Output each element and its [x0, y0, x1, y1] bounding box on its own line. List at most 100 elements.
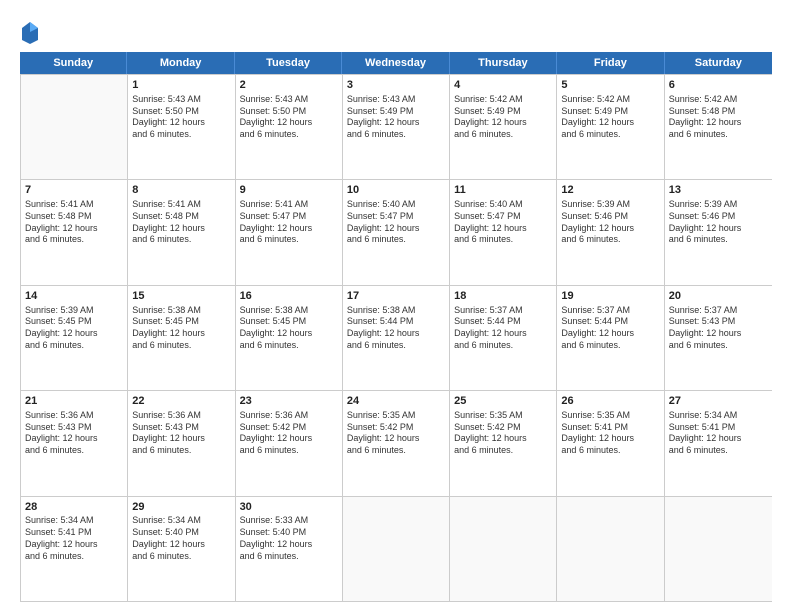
header-day-saturday: Saturday — [665, 52, 772, 74]
cell-text: Sunset: 5:50 PM — [240, 106, 338, 118]
day-number: 1 — [132, 78, 230, 93]
calendar-week-3: 14Sunrise: 5:39 AMSunset: 5:45 PMDayligh… — [21, 285, 772, 390]
cell-text: and 6 minutes. — [347, 445, 445, 457]
cell-text: Sunrise: 5:40 AM — [454, 199, 552, 211]
cell-text: and 6 minutes. — [25, 234, 123, 246]
cell-text: and 6 minutes. — [454, 340, 552, 352]
cell-text: Daylight: 12 hours — [132, 117, 230, 129]
cell-text: and 6 minutes. — [132, 234, 230, 246]
cell-text: Sunset: 5:43 PM — [25, 422, 123, 434]
header — [20, 16, 772, 44]
cell-text: Sunrise: 5:38 AM — [347, 305, 445, 317]
cell-text: Sunrise: 5:35 AM — [561, 410, 659, 422]
day-number: 12 — [561, 183, 659, 198]
cell-text: Sunset: 5:48 PM — [669, 106, 768, 118]
cell-text: Sunset: 5:41 PM — [669, 422, 768, 434]
logo-icon — [20, 20, 40, 44]
cell-text: and 6 minutes. — [454, 234, 552, 246]
cell-text: and 6 minutes. — [669, 129, 768, 141]
cell-text: Daylight: 12 hours — [669, 223, 768, 235]
cell-text: Sunrise: 5:43 AM — [347, 94, 445, 106]
cell-text: Sunset: 5:44 PM — [561, 316, 659, 328]
cell-text: Daylight: 12 hours — [561, 117, 659, 129]
calendar-week-5: 28Sunrise: 5:34 AMSunset: 5:41 PMDayligh… — [21, 496, 772, 601]
cell-text: Daylight: 12 hours — [25, 433, 123, 445]
cell-text: Sunset: 5:43 PM — [669, 316, 768, 328]
calendar-cell: 30Sunrise: 5:33 AMSunset: 5:40 PMDayligh… — [236, 497, 343, 601]
cell-text: Daylight: 12 hours — [132, 328, 230, 340]
calendar-cell: 17Sunrise: 5:38 AMSunset: 5:44 PMDayligh… — [343, 286, 450, 390]
cell-text: Daylight: 12 hours — [669, 433, 768, 445]
day-number: 2 — [240, 78, 338, 93]
cell-text: Sunrise: 5:39 AM — [561, 199, 659, 211]
cell-text: Sunrise: 5:38 AM — [240, 305, 338, 317]
calendar-cell: 24Sunrise: 5:35 AMSunset: 5:42 PMDayligh… — [343, 391, 450, 495]
calendar-cell: 10Sunrise: 5:40 AMSunset: 5:47 PMDayligh… — [343, 180, 450, 284]
cell-text: and 6 minutes. — [561, 234, 659, 246]
calendar-cell: 9Sunrise: 5:41 AMSunset: 5:47 PMDaylight… — [236, 180, 343, 284]
day-number: 26 — [561, 394, 659, 409]
cell-text: Sunset: 5:49 PM — [561, 106, 659, 118]
day-number: 29 — [132, 500, 230, 515]
cell-text: Sunrise: 5:40 AM — [347, 199, 445, 211]
calendar-cell: 2Sunrise: 5:43 AMSunset: 5:50 PMDaylight… — [236, 75, 343, 179]
calendar-cell: 20Sunrise: 5:37 AMSunset: 5:43 PMDayligh… — [665, 286, 772, 390]
calendar-cell: 23Sunrise: 5:36 AMSunset: 5:42 PMDayligh… — [236, 391, 343, 495]
cell-text: Daylight: 12 hours — [25, 328, 123, 340]
calendar-cell: 8Sunrise: 5:41 AMSunset: 5:48 PMDaylight… — [128, 180, 235, 284]
cell-text: Daylight: 12 hours — [347, 117, 445, 129]
cell-text: and 6 minutes. — [240, 340, 338, 352]
cell-text: Sunrise: 5:39 AM — [25, 305, 123, 317]
day-number: 10 — [347, 183, 445, 198]
cell-text: and 6 minutes. — [25, 340, 123, 352]
cell-text: Sunrise: 5:36 AM — [132, 410, 230, 422]
cell-text: Sunset: 5:45 PM — [25, 316, 123, 328]
cell-text: Sunset: 5:42 PM — [240, 422, 338, 434]
calendar-cell — [21, 75, 128, 179]
cell-text: Sunrise: 5:34 AM — [669, 410, 768, 422]
calendar-cell: 28Sunrise: 5:34 AMSunset: 5:41 PMDayligh… — [21, 497, 128, 601]
cell-text: Sunset: 5:41 PM — [25, 527, 123, 539]
cell-text: Sunset: 5:47 PM — [347, 211, 445, 223]
day-number: 3 — [347, 78, 445, 93]
cell-text: Sunset: 5:44 PM — [347, 316, 445, 328]
cell-text: Daylight: 12 hours — [240, 539, 338, 551]
calendar-cell: 25Sunrise: 5:35 AMSunset: 5:42 PMDayligh… — [450, 391, 557, 495]
calendar-cell: 13Sunrise: 5:39 AMSunset: 5:46 PMDayligh… — [665, 180, 772, 284]
cell-text: Sunset: 5:49 PM — [454, 106, 552, 118]
cell-text: Sunrise: 5:35 AM — [454, 410, 552, 422]
day-number: 16 — [240, 289, 338, 304]
cell-text: Daylight: 12 hours — [240, 328, 338, 340]
cell-text: Daylight: 12 hours — [454, 223, 552, 235]
calendar-cell: 14Sunrise: 5:39 AMSunset: 5:45 PMDayligh… — [21, 286, 128, 390]
day-number: 20 — [669, 289, 768, 304]
header-day-wednesday: Wednesday — [342, 52, 449, 74]
cell-text: Sunrise: 5:33 AM — [240, 515, 338, 527]
logo — [20, 20, 44, 44]
calendar-cell — [450, 497, 557, 601]
cell-text: and 6 minutes. — [347, 234, 445, 246]
cell-text: and 6 minutes. — [669, 234, 768, 246]
calendar-week-1: 1Sunrise: 5:43 AMSunset: 5:50 PMDaylight… — [21, 74, 772, 179]
calendar-cell: 12Sunrise: 5:39 AMSunset: 5:46 PMDayligh… — [557, 180, 664, 284]
calendar-cell: 18Sunrise: 5:37 AMSunset: 5:44 PMDayligh… — [450, 286, 557, 390]
cell-text: Sunrise: 5:43 AM — [132, 94, 230, 106]
cell-text: and 6 minutes. — [669, 340, 768, 352]
calendar-header: SundayMondayTuesdayWednesdayThursdayFrid… — [20, 52, 772, 74]
cell-text: Sunrise: 5:34 AM — [25, 515, 123, 527]
page: SundayMondayTuesdayWednesdayThursdayFrid… — [0, 0, 792, 612]
calendar-cell: 19Sunrise: 5:37 AMSunset: 5:44 PMDayligh… — [557, 286, 664, 390]
calendar-body: 1Sunrise: 5:43 AMSunset: 5:50 PMDaylight… — [20, 74, 772, 602]
day-number: 30 — [240, 500, 338, 515]
cell-text: and 6 minutes. — [454, 445, 552, 457]
day-number: 7 — [25, 183, 123, 198]
calendar-cell — [665, 497, 772, 601]
header-day-tuesday: Tuesday — [235, 52, 342, 74]
header-day-thursday: Thursday — [450, 52, 557, 74]
cell-text: Sunset: 5:49 PM — [347, 106, 445, 118]
cell-text: Sunset: 5:40 PM — [240, 527, 338, 539]
day-number: 19 — [561, 289, 659, 304]
cell-text: and 6 minutes. — [240, 129, 338, 141]
day-number: 8 — [132, 183, 230, 198]
cell-text: and 6 minutes. — [347, 340, 445, 352]
